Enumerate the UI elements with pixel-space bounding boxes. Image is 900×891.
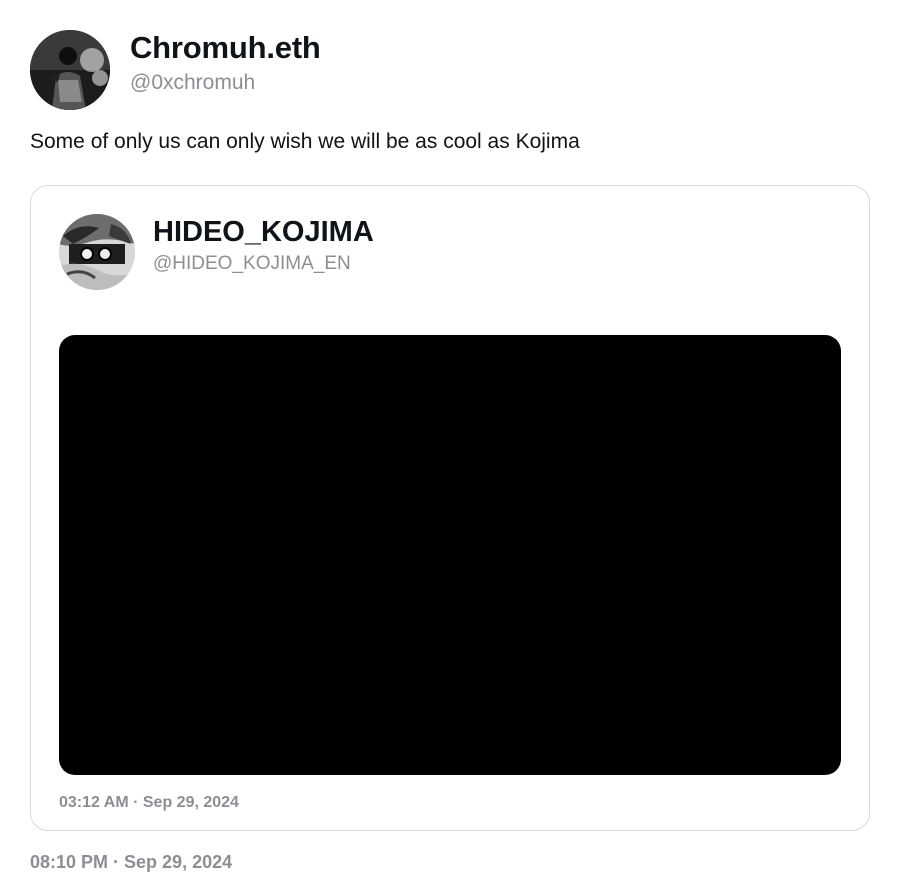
quoted-author-name[interactable]: HIDEO_KOJIMA: [153, 216, 374, 249]
tweet-timestamp[interactable]: 08:10 PM · Sep 29, 2024: [30, 852, 232, 873]
author-avatar[interactable]: [30, 30, 110, 110]
quoted-tweet-card[interactable]: HIDEO_KOJIMA @HIDEO_KOJIMA_EN 03:12 AM ·…: [30, 185, 870, 831]
profile-photo-icon: [59, 214, 135, 290]
quoted-author-handle[interactable]: @HIDEO_KOJIMA_EN: [153, 253, 351, 275]
quoted-author-avatar[interactable]: [59, 214, 135, 290]
quoted-timestamp[interactable]: 03:12 AM · Sep 29, 2024: [59, 794, 239, 812]
tweet-card: Chromuh.eth @0xchromuh Some of only us c…: [0, 0, 900, 891]
profile-photo-icon: [30, 30, 110, 110]
author-name[interactable]: Chromuh.eth: [130, 30, 321, 66]
author-handle[interactable]: @0xchromuh: [130, 71, 255, 95]
quoted-media-video[interactable]: [59, 335, 841, 775]
tweet-text: Some of only us can only wish we will be…: [30, 130, 580, 153]
